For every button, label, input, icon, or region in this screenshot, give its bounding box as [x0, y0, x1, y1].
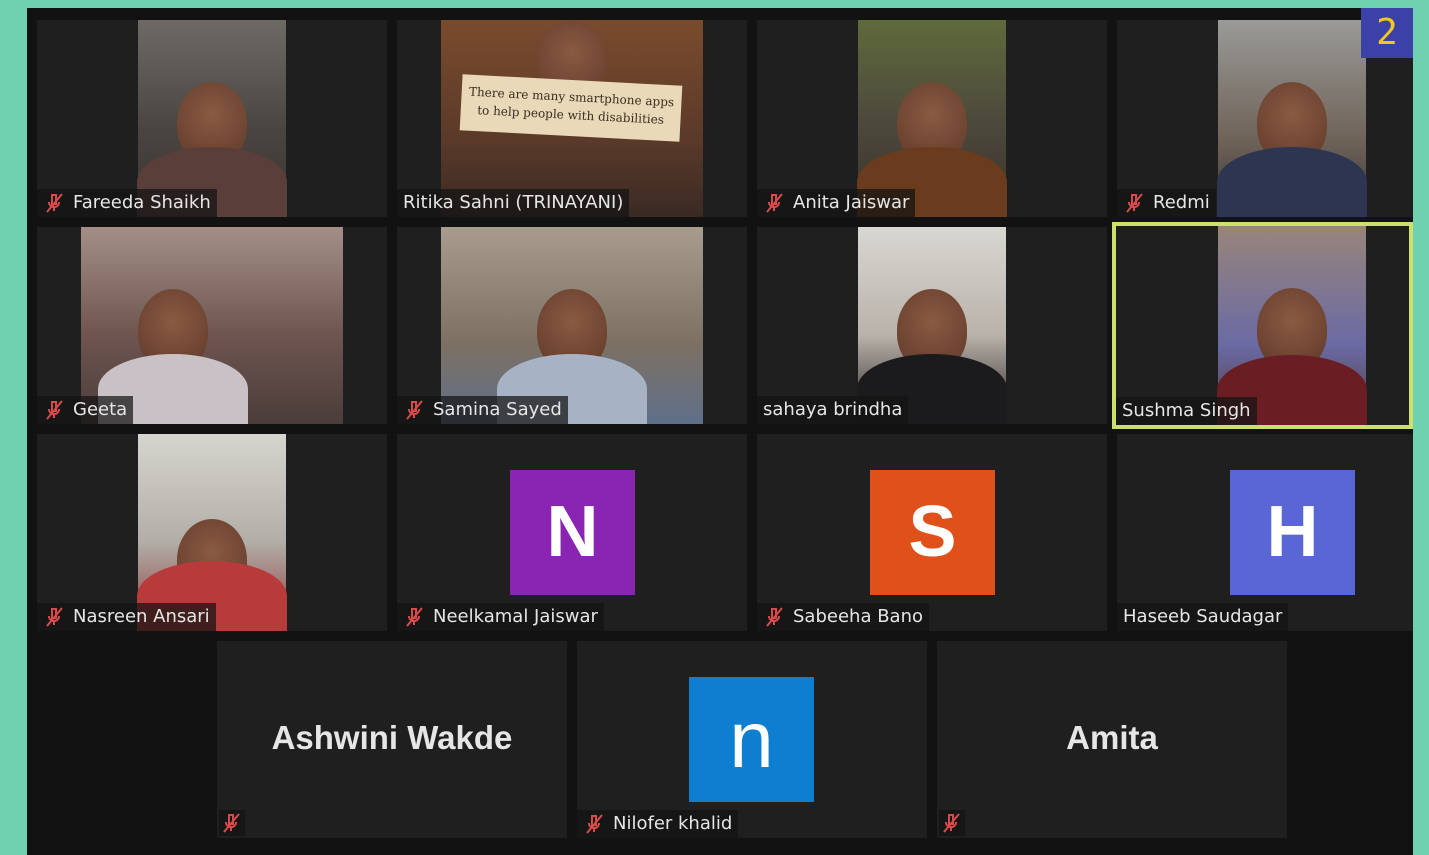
- avatar: H: [1230, 470, 1355, 595]
- participant-name: Haseeb Saudagar: [1123, 606, 1283, 627]
- participant-tile[interactable]: Nasreen Ansari: [37, 434, 387, 631]
- participant-label: Nasreen Ansari: [37, 603, 216, 631]
- participant-label: Haseeb Saudagar: [1117, 603, 1289, 631]
- participant-video: [81, 227, 343, 424]
- participant-name: Anita Jaiswar: [793, 192, 910, 213]
- participant-tile[interactable]: There are many smartphone apps to help p…: [397, 20, 747, 217]
- participant-tile[interactable]: Ashwini Wakde: [217, 641, 567, 838]
- participant-label: Anita Jaiswar: [757, 189, 916, 217]
- muted-mic-icon: [943, 813, 960, 833]
- participant-video: [137, 20, 287, 217]
- participant-label: sahaya brindha: [757, 396, 909, 424]
- participant-display-name: Amita: [1066, 719, 1158, 756]
- avatar: S: [870, 470, 995, 595]
- participant-label: Ritika Sahni (TRINAYANI): [397, 189, 630, 217]
- participant-tile[interactable]: sahaya brindha: [757, 227, 1107, 424]
- participant-name: Samina Sayed: [433, 399, 562, 420]
- page-number-badge: 2: [1361, 8, 1413, 58]
- participant-name: Ritika Sahni (TRINAYANI): [403, 192, 624, 213]
- participant-tile[interactable]: S Sabeeha Bano: [757, 434, 1107, 631]
- participant-tile[interactable]: Samina Sayed: [397, 227, 747, 424]
- muted-mic-icon: [766, 607, 783, 627]
- participant-tile[interactable]: Amita: [937, 641, 1287, 838]
- muted-mic-icon: [406, 400, 423, 420]
- avatar: n: [689, 677, 814, 802]
- participant-video: [137, 434, 287, 631]
- muted-mic-icon: [586, 814, 603, 834]
- muted-mic-icon: [406, 607, 423, 627]
- participant-name: Sushma Singh: [1122, 400, 1251, 421]
- participant-video: [1217, 20, 1367, 217]
- participant-name: sahaya brindha: [763, 399, 903, 420]
- participant-name: Neelkamal Jaiswar: [433, 606, 598, 627]
- participant-name: Redmi: [1153, 192, 1210, 213]
- muted-mic-indicator: [219, 810, 245, 836]
- participant-video: [441, 227, 703, 424]
- participant-tile[interactable]: Anita Jaiswar: [757, 20, 1107, 217]
- participant-display-name: Ashwini Wakde: [271, 719, 513, 756]
- participant-name: Fareeda Shaikh: [73, 192, 211, 213]
- participant-label: Fareeda Shaikh: [37, 189, 217, 217]
- participant-label: Geeta: [37, 396, 134, 424]
- participant-name: Nilofer khalid: [613, 813, 733, 834]
- participant-tile[interactable]: n Nilofer khalid: [577, 641, 927, 838]
- participant-label: Samina Sayed: [397, 396, 568, 424]
- participant-video: [1217, 226, 1367, 425]
- participant-name: Sabeeha Bano: [793, 606, 923, 627]
- participant-video: There are many smartphone apps to help p…: [441, 20, 703, 217]
- muted-mic-icon: [46, 607, 63, 627]
- participant-label: Neelkamal Jaiswar: [397, 603, 604, 631]
- participant-tile[interactable]: N Neelkamal Jaiswar: [397, 434, 747, 631]
- sign-card: There are many smartphone apps to help p…: [459, 74, 683, 142]
- participant-label: Redmi: [1117, 189, 1216, 217]
- participant-tile[interactable]: Fareeda Shaikh: [37, 20, 387, 217]
- muted-mic-icon: [46, 193, 63, 213]
- muted-mic-icon: [766, 193, 783, 213]
- participant-name: Nasreen Ansari: [73, 606, 210, 627]
- muted-mic-icon: [1126, 193, 1143, 213]
- video-gallery: Fareeda Shaikh There are many smartphone…: [27, 8, 1413, 855]
- participant-label: Sushma Singh: [1116, 397, 1257, 425]
- participant-video: [857, 227, 1007, 424]
- participant-video: [857, 20, 1007, 217]
- participant-label: Sabeeha Bano: [757, 603, 929, 631]
- participant-name: Geeta: [73, 399, 128, 420]
- muted-mic-indicator: [939, 810, 965, 836]
- participant-tile[interactable]: H Haseeb Saudagar: [1117, 434, 1413, 631]
- active-speaker-tile[interactable]: Sushma Singh: [1112, 222, 1413, 429]
- muted-mic-icon: [223, 813, 240, 833]
- participant-label: Nilofer khalid: [577, 810, 739, 838]
- participant-tile[interactable]: Geeta: [37, 227, 387, 424]
- avatar: N: [510, 470, 635, 595]
- muted-mic-icon: [46, 400, 63, 420]
